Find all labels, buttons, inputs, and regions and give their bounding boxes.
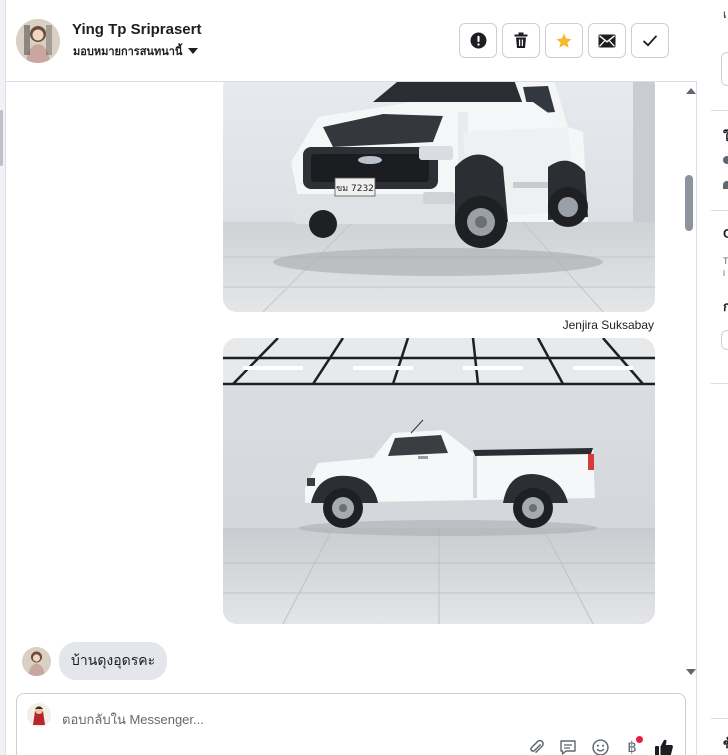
sender-name: Jenjira Suksabay (562, 318, 654, 332)
divider (711, 110, 728, 111)
composer-tools: ฿ (525, 736, 675, 755)
right-panel-letter-6: ก (723, 299, 728, 314)
baht-payment-icon[interactable]: ฿ (621, 736, 643, 755)
reply-input[interactable]: ตอบกลับใน Messenger... (62, 709, 204, 730)
mark-unread-button[interactable] (588, 23, 626, 58)
header-actions (459, 23, 669, 58)
divider (711, 718, 728, 719)
envelope-icon (598, 34, 616, 47)
customer-avatar[interactable] (22, 646, 51, 676)
right-panel-input[interactable] (721, 52, 728, 86)
right-panel-letter-5: i (723, 268, 725, 278)
emoji-icon[interactable] (589, 736, 611, 755)
trash-icon (514, 32, 528, 48)
follow-up-button[interactable] (545, 23, 583, 58)
alert-icon (470, 32, 486, 49)
scroll-thumb[interactable] (685, 175, 693, 231)
attachment-icon[interactable] (525, 736, 547, 755)
customer-message-bubble: บ้านดุงอุดรคะ (59, 642, 168, 680)
delete-button[interactable] (502, 23, 540, 58)
divider (711, 210, 728, 211)
user-avatar[interactable] (16, 19, 60, 63)
star-icon (556, 33, 572, 48)
thread-scrollbar[interactable] (683, 82, 697, 685)
location-icon (723, 181, 728, 189)
truck-front-photo[interactable]: ขม 7232 (223, 82, 655, 312)
page-avatar (27, 703, 51, 727)
right-panel-letter-1: เ (723, 9, 727, 21)
caret-down-icon (188, 48, 199, 54)
saved-reply-icon[interactable] (557, 736, 579, 755)
right-panel-letter-4: T (723, 256, 728, 266)
like-icon[interactable] (653, 736, 675, 755)
assign-label: มอบหมายการสนทนานี้ (73, 46, 183, 58)
license-plate: ขม 7232 (336, 184, 374, 194)
divider (711, 383, 728, 384)
right-panel-letter-3: C (723, 226, 728, 241)
notification-dot (636, 736, 643, 743)
truck-side-photo[interactable] (223, 338, 655, 624)
right-panel-letter-7: ข้ (723, 736, 728, 751)
check-icon (642, 35, 658, 47)
spam-button[interactable] (459, 23, 497, 58)
customer-message-row: บ้านดุงอุดรคะ (22, 642, 168, 680)
scroll-down-arrow-icon[interactable] (686, 669, 696, 675)
info-icon (723, 156, 728, 164)
user-name[interactable]: Ying Tp Sriprasert (72, 21, 201, 38)
right-panel-select[interactable] (721, 330, 728, 350)
scroll-up-arrow-icon[interactable] (686, 88, 696, 94)
mark-done-button[interactable] (631, 23, 669, 58)
reply-composer[interactable]: ตอบกลับใน Messenger... ฿ (16, 693, 686, 755)
right-panel-letter-2: ใ (723, 129, 728, 144)
conversation-header: Ying Tp Sriprasert มอบหมายการสนทนานี้ (6, 0, 697, 82)
conversation-panel: Ying Tp Sriprasert มอบหมายการสนทนานี้ ขม… (6, 0, 697, 755)
assign-conversation-dropdown[interactable]: มอบหมายการสนทนานี้ (73, 42, 199, 60)
right-details-panel: เ ใ C T i ก ข้ (711, 0, 728, 755)
message-thread: ขม 7232 Jenjira Suksabay บ้านดุงอุดรคะ (6, 82, 697, 685)
left-scroll-thumb[interactable] (0, 110, 3, 166)
